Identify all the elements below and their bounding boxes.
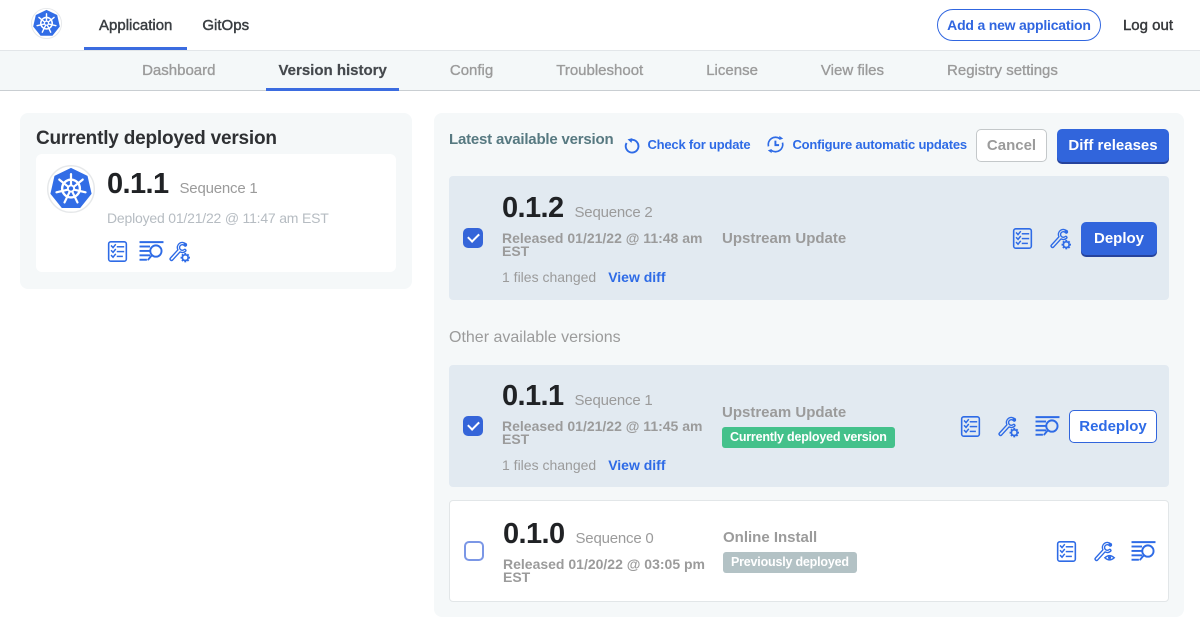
version-history-panel: Latest available version Check for updat… [434, 113, 1184, 617]
configure-updates-link[interactable]: Configure automatic updates [765, 134, 966, 155]
refresh-icon [621, 134, 641, 154]
app-logo [47, 165, 95, 213]
cancel-button[interactable]: Cancel [976, 129, 1047, 162]
subnav-tab-registry-settings[interactable]: Registry settings [935, 51, 1070, 90]
version-number: 0.1.1 [502, 382, 564, 411]
updates-header-row: Latest available version Check for updat… [449, 128, 1169, 162]
edit-config-icon[interactable] [1048, 226, 1072, 250]
version-source: Upstream Update [722, 230, 1012, 247]
edit-config-icon[interactable] [167, 239, 191, 263]
subnav-tab-dashboard[interactable]: Dashboard [130, 51, 227, 90]
deployed-version-number: 0.1.1 [107, 170, 169, 199]
preflight-checks-icon[interactable] [960, 415, 981, 438]
version-checkbox[interactable] [463, 228, 483, 248]
subnav-tab-view-files[interactable]: View files [809, 51, 896, 90]
redeploy-button[interactable]: Redeploy [1069, 410, 1157, 443]
check-for-update-link[interactable]: Check for update [621, 134, 750, 154]
app-subnav: Dashboard Version history Config Troublesho… [0, 50, 1200, 91]
active-tab-underline [84, 47, 187, 50]
preflight-checks-icon[interactable] [1012, 227, 1033, 250]
currently-deployed-badge: Currently deployed version [722, 427, 895, 448]
deploy-logs-icon[interactable] [139, 240, 164, 263]
version-row-0.1.2: 0.1.2 Sequence 2 Released 01/21/22 @ 11:… [449, 176, 1169, 300]
released-timestamp: Released 01/21/22 @ 11:48 am EST [502, 232, 712, 258]
version-number: 0.1.0 [503, 520, 565, 549]
view-config-icon[interactable] [1092, 539, 1116, 563]
subnav-tab-troubleshoot[interactable]: Troubleshoot [544, 51, 655, 90]
version-row-0.1.1: 0.1.1 Sequence 1 Released 01/21/22 @ 11:… [449, 365, 1169, 487]
released-timestamp: Released 01/21/22 @ 11:45 am EST [502, 420, 712, 446]
version-row-0.1.0: 0.1.0 Sequence 0 Released 01/20/22 @ 03:… [449, 500, 1169, 602]
deploy-logs-icon[interactable] [1131, 540, 1156, 563]
auto-update-icon [765, 134, 786, 155]
top-header: Application GitOps Add a new application… [0, 0, 1200, 50]
deployed-timestamp: Deployed 01/21/22 @ 11:47 am EST [107, 210, 329, 226]
subnav-tab-license[interactable]: License [694, 51, 770, 90]
released-timestamp: Released 01/20/22 @ 03:05 pm EST [503, 558, 713, 584]
version-source: Online Install [723, 529, 1056, 546]
latest-version-title: Latest available version [449, 128, 613, 148]
version-sequence: Sequence 2 [575, 204, 653, 221]
previously-deployed-badge: Previously deployed [723, 552, 857, 573]
kubernetes-logo [31, 8, 62, 39]
view-diff-link[interactable]: View diff [608, 269, 665, 285]
add-application-button[interactable]: Add a new application [937, 9, 1101, 41]
version-sequence: Sequence 0 [576, 530, 654, 547]
app-nav: Application GitOps [84, 0, 264, 50]
files-changed: 1 files changed [502, 269, 596, 285]
tab-application[interactable]: Application [84, 0, 187, 50]
version-checkbox[interactable] [463, 416, 483, 436]
version-sequence: Sequence 1 [575, 392, 653, 409]
deploy-logs-icon[interactable] [1035, 415, 1060, 438]
files-changed: 1 files changed [502, 457, 596, 473]
preflight-checks-icon[interactable] [1056, 540, 1077, 563]
version-checkbox[interactable] [464, 541, 484, 561]
deployed-sequence: Sequence 1 [180, 180, 258, 197]
other-versions-title: Other available versions [449, 330, 1169, 346]
diff-releases-button[interactable]: Diff releases [1057, 129, 1169, 162]
version-number: 0.1.2 [502, 194, 564, 223]
deploy-button[interactable]: Deploy [1081, 222, 1157, 255]
deployed-version-card: 0.1.1 Sequence 1 Deployed 01/21/22 @ 11:… [36, 154, 396, 272]
edit-config-icon[interactable] [996, 414, 1020, 438]
view-diff-link[interactable]: View diff [608, 457, 665, 473]
logout-link[interactable]: Log out [1123, 17, 1173, 34]
subnav-tab-config[interactable]: Config [438, 51, 505, 90]
version-source: Upstream Update [722, 404, 960, 421]
preflight-checks-icon[interactable] [107, 240, 128, 263]
tab-gitops[interactable]: GitOps [187, 0, 264, 50]
deployed-panel-title: Currently deployed version [36, 126, 396, 148]
deployed-version-panel: Currently deployed version 0.1.1 Sequenc… [20, 113, 412, 289]
main-content: Currently deployed version 0.1.1 Sequenc… [0, 113, 1200, 617]
subnav-tab-version-history[interactable]: Version history [266, 51, 398, 90]
